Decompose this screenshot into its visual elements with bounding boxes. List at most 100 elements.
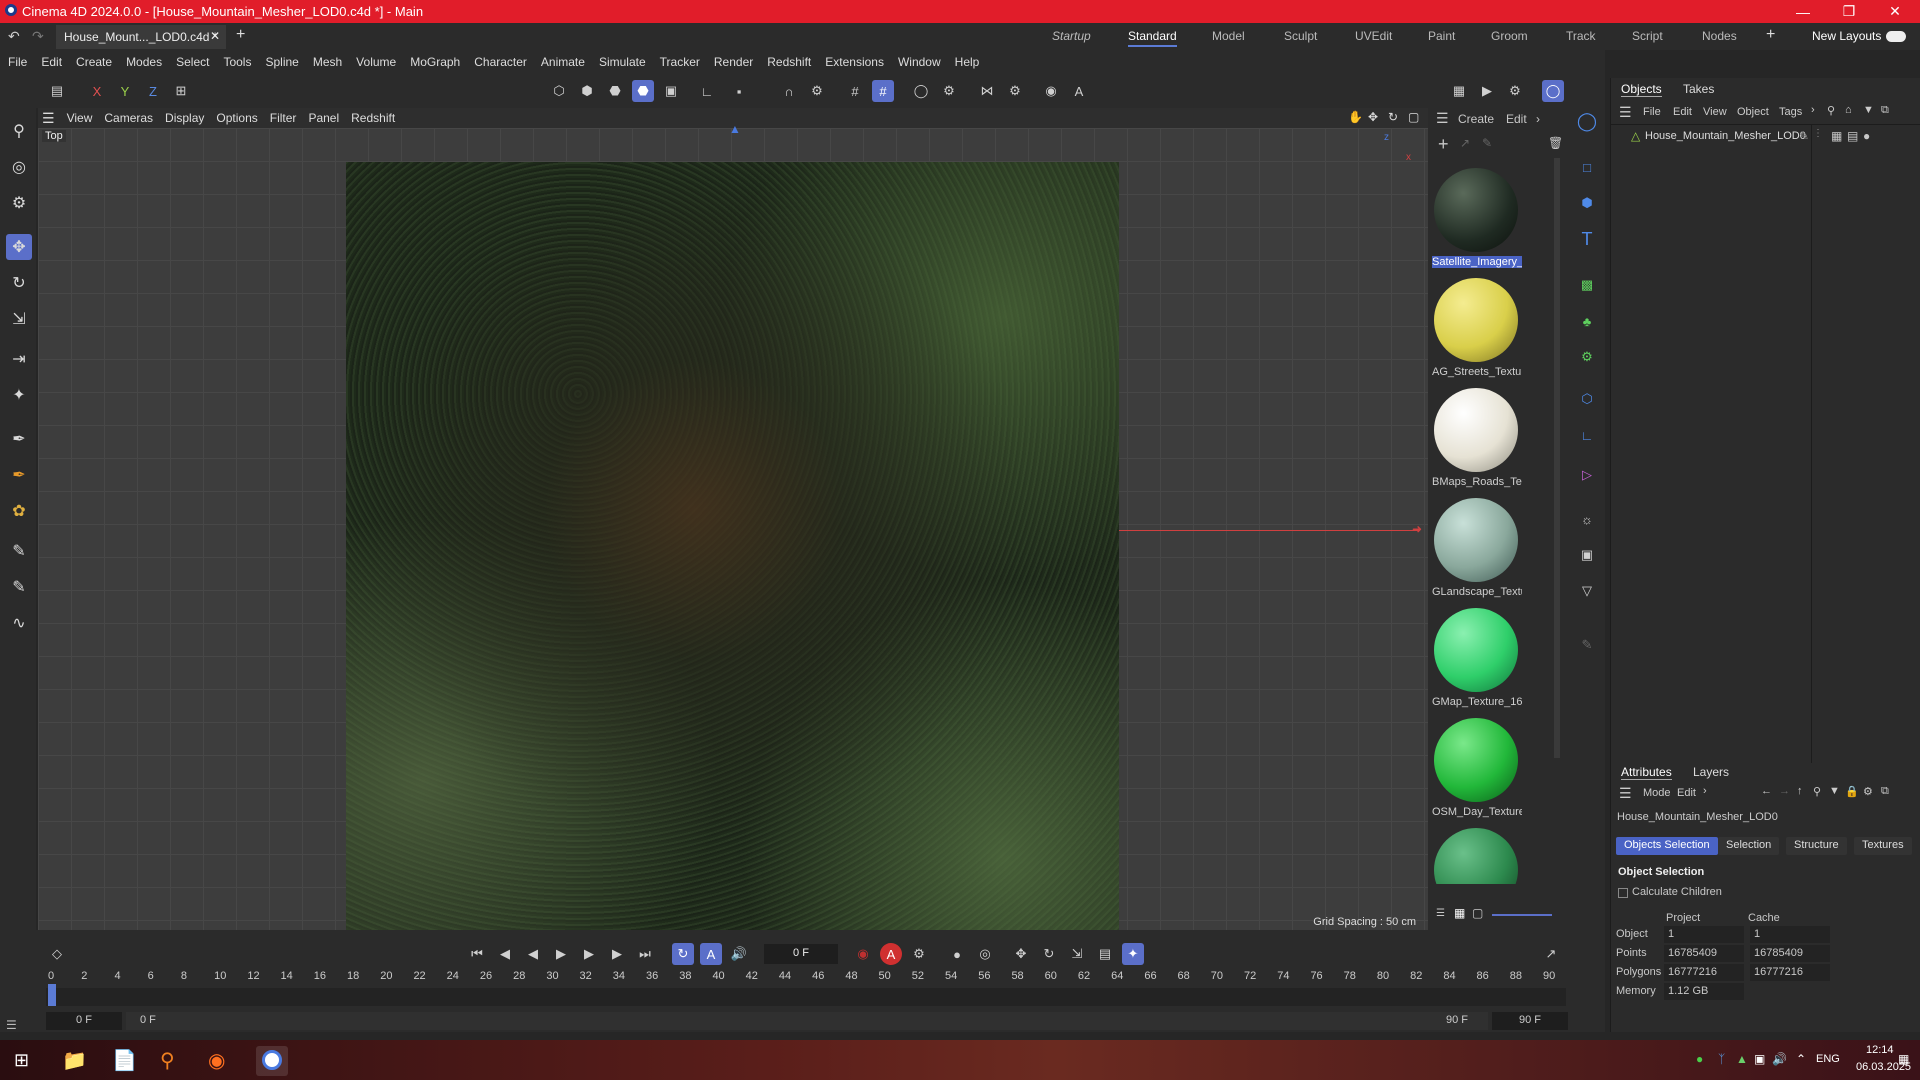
start-frame-field[interactable]: 0 F <box>46 1012 122 1030</box>
polygon-pen-icon[interactable]: ∿ <box>6 610 32 636</box>
symmetry-settings-icon[interactable]: ⚙ <box>1004 80 1026 102</box>
nvidia-icon[interactable]: ▲ <box>1736 1052 1748 1066</box>
texture-mode-icon[interactable]: ▣ <box>660 80 682 102</box>
end-frame-field[interactable]: 90 F <box>1492 1012 1568 1030</box>
new-layouts-label[interactable]: New Layouts <box>1812 29 1881 43</box>
document-tab[interactable]: House_Mount..._LOD0.c4d * ✕ <box>56 25 226 49</box>
text-icon[interactable]: T <box>1576 228 1598 250</box>
render-view-icon[interactable]: ▶ <box>1476 80 1498 102</box>
home-icon[interactable]: ⌂ <box>1845 104 1852 116</box>
timeline-ruler[interactable] <box>46 988 1566 1006</box>
rotate-view-icon[interactable]: ↻ <box>1388 110 1398 124</box>
rotate-tool-icon[interactable]: ↻ <box>6 270 32 296</box>
menu-mograph[interactable]: MoGraph <box>410 55 460 69</box>
status-hamburger-icon[interactable]: ☰ <box>6 1018 17 1032</box>
autokeying-icon[interactable]: A <box>880 943 902 965</box>
layout-tab-sculpt[interactable]: Sculpt <box>1284 29 1317 43</box>
material-item[interactable]: OSM_Day_Texture <box>1430 714 1522 824</box>
layout-tab-model[interactable]: Model <box>1212 29 1245 43</box>
menu-simulate[interactable]: Simulate <box>599 55 646 69</box>
cloner-icon[interactable]: ♣ <box>1576 310 1598 332</box>
material-tag-icon[interactable]: ● <box>1863 129 1870 143</box>
scene-icon[interactable]: ▽ <box>1576 580 1598 602</box>
menu-character[interactable]: Character <box>474 55 527 69</box>
new-tab-icon[interactable]: + <box>236 26 245 44</box>
y-axis-lock[interactable]: Y <box>114 80 136 102</box>
move-tool-icon[interactable]: ✥ <box>6 234 32 260</box>
delete-material-icon[interactable]: 🗑 <box>1548 136 1563 150</box>
restore-icon[interactable]: ❐ <box>1826 0 1872 23</box>
objects-menu-view[interactable]: View <box>1703 106 1727 118</box>
terrain-mesh[interactable] <box>346 162 1119 935</box>
objects-hamburger-icon[interactable]: ☰ <box>1619 104 1632 121</box>
texture-tag-icon[interactable]: ▤ <box>1847 129 1858 143</box>
z-axis-lock[interactable]: Z <box>142 80 164 102</box>
file-explorer-icon[interactable]: 📁 <box>62 1048 87 1073</box>
layout-tab-groom[interactable]: Groom <box>1491 29 1528 43</box>
menu-spline[interactable]: Spline <box>265 55 298 69</box>
layout-tab-startup[interactable]: Startup <box>1052 29 1091 43</box>
language-indicator[interactable]: ENG <box>1816 1053 1840 1065</box>
coordinate-system-icon[interactable]: ⊞ <box>170 80 192 102</box>
spline-smooth-icon[interactable]: ✿ <box>6 498 32 524</box>
brush-tool-icon[interactable]: ✎ <box>6 538 32 564</box>
layout-tab-paint[interactable]: Paint <box>1428 29 1455 43</box>
menu-tools[interactable]: Tools <box>223 55 251 69</box>
material-item[interactable]: GLandscape_Textu <box>1430 494 1522 604</box>
thumbnail-size-slider[interactable] <box>1492 914 1552 916</box>
viewport-menu-filter[interactable]: Filter <box>270 111 297 125</box>
attributes-menu-edit[interactable]: Edit <box>1677 787 1696 799</box>
array-icon[interactable]: ▩ <box>1576 274 1598 296</box>
chevron-right-icon[interactable]: › <box>1703 785 1707 797</box>
new-window-icon[interactable]: ⧉ <box>1881 785 1889 798</box>
render-settings-icon[interactable]: ⚙ <box>1504 80 1526 102</box>
grid-view-icon[interactable]: ▦ <box>1454 906 1465 920</box>
snap-icon[interactable]: # <box>872 80 894 102</box>
layout-tab-uvedit[interactable]: UVEdit <box>1355 29 1392 43</box>
new-layouts-toggle[interactable] <box>1886 31 1906 42</box>
objects-selection-button[interactable]: Objects Selection <box>1616 837 1718 855</box>
visibility-dots-icon[interactable]: ⋮ <box>1813 128 1823 139</box>
loop-icon[interactable]: ↻ <box>672 943 694 965</box>
autokey-icon[interactable]: A <box>1068 80 1090 102</box>
objects-menu-file[interactable]: File <box>1643 106 1661 118</box>
firefox-icon[interactable]: ◉ <box>208 1048 225 1073</box>
objects-menu-tags[interactable]: Tags <box>1779 106 1802 118</box>
search-icon[interactable]: ⚲ <box>1813 785 1821 798</box>
viewport-menu-options[interactable]: Options <box>216 111 257 125</box>
material-item[interactable]: BMaps_Roads_Tex <box>1430 384 1522 494</box>
field-icon[interactable]: ▷ <box>1576 464 1598 486</box>
material-item[interactable] <box>1430 824 1522 884</box>
deformer-icon[interactable]: ⬡ <box>1576 388 1598 410</box>
notepad-icon[interactable]: 📄 <box>112 1048 137 1073</box>
back-icon[interactable]: ← <box>1761 785 1772 797</box>
menu-redshift[interactable]: Redshift <box>767 55 811 69</box>
objects-menu-object[interactable]: Object <box>1737 106 1769 118</box>
menu-help[interactable]: Help <box>955 55 980 69</box>
scale-tool-icon[interactable]: ⇲ <box>6 306 32 332</box>
menu-create[interactable]: Create <box>76 55 112 69</box>
tab-attributes[interactable]: Attributes <box>1621 765 1672 780</box>
tab-objects[interactable]: Objects <box>1621 82 1662 97</box>
new-window-icon[interactable]: ⧉ <box>1881 104 1889 117</box>
generator-icon[interactable]: ⚙ <box>1576 346 1598 368</box>
points-mode-icon[interactable]: ⬡ <box>548 80 570 102</box>
viewport-menu-panel[interactable]: Panel <box>308 111 339 125</box>
layout-tab-nodes[interactable]: Nodes <box>1702 29 1737 43</box>
viewport-menu-view[interactable]: View <box>67 111 93 125</box>
symmetry-icon[interactable]: ⋈ <box>976 80 998 102</box>
selection-options-icon[interactable]: ⚙ <box>6 190 32 216</box>
menu-extensions[interactable]: Extensions <box>825 55 884 69</box>
structure-button[interactable]: Structure <box>1786 837 1847 855</box>
magnet-icon[interactable]: ∩ <box>778 80 800 102</box>
object-row[interactable]: △ House_Mountain_Mesher_LOD0 ✎ ⋮ ▦ ▤ ● <box>1631 128 1919 146</box>
phong-tag-icon[interactable]: ▦ <box>1831 129 1842 143</box>
close-icon[interactable]: ✕ <box>1872 0 1918 23</box>
key-settings-icon[interactable]: ⚙ <box>908 943 930 965</box>
render-region-icon[interactable]: ▦ <box>1448 80 1470 102</box>
network-icon[interactable]: ▣ <box>1754 1052 1765 1066</box>
goto-start-icon[interactable]: ⏮ <box>466 943 488 965</box>
material-scrollbar[interactable] <box>1554 158 1560 758</box>
bluetooth-icon[interactable]: ᛉ <box>1718 1052 1725 1066</box>
play-icon[interactable]: ▶ <box>550 943 572 965</box>
